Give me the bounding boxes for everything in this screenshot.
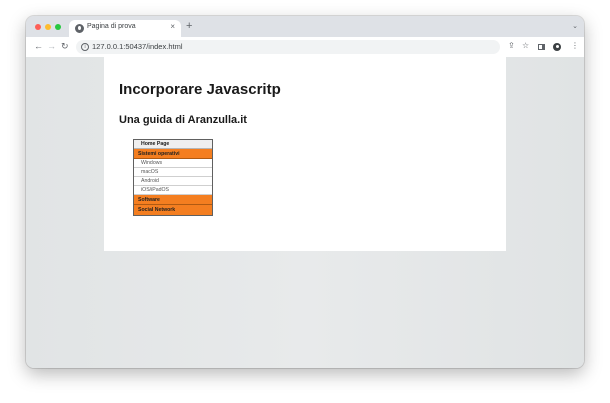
- address-bar[interactable]: i 127.0.0.1:50437/index.html: [76, 40, 500, 54]
- window-minimize-button[interactable]: [45, 24, 51, 30]
- browser-menu-icon[interactable]: ⋮: [571, 40, 579, 52]
- profile-avatar-icon[interactable]: [553, 43, 561, 51]
- side-panel-icon[interactable]: [538, 44, 545, 50]
- menu-item-sistemi-operativi[interactable]: Sistemi operativi: [134, 149, 212, 159]
- browser-toolbar: ← → ↻ i 127.0.0.1:50437/index.html ⇪ ☆ ⋮: [26, 37, 584, 58]
- share-icon[interactable]: ⇪: [508, 40, 515, 52]
- bookmark-star-icon[interactable]: ☆: [522, 40, 529, 52]
- menu-item-social-network[interactable]: Social Network: [134, 205, 212, 215]
- page-title: Incorporare Javascritp: [119, 81, 281, 98]
- submenu-item-macos[interactable]: macOS: [134, 168, 212, 177]
- url-text[interactable]: 127.0.0.1:50437/index.html: [92, 42, 182, 51]
- tab-close-icon[interactable]: ×: [170, 22, 175, 32]
- window-maximize-button[interactable]: [55, 24, 61, 30]
- page-viewport: Incorporare Javascritp Una guida di Aran…: [26, 57, 584, 368]
- new-tab-button[interactable]: +: [186, 21, 192, 32]
- window-close-button[interactable]: [35, 24, 41, 30]
- tab-search-chevron-icon[interactable]: ⌄: [572, 22, 578, 30]
- page-subtitle: Una guida di Aranzulla.it: [119, 114, 247, 126]
- reload-icon[interactable]: ↻: [61, 40, 69, 52]
- page-content: Incorporare Javascritp Una guida di Aran…: [104, 57, 506, 251]
- forward-arrow-icon[interactable]: →: [47, 40, 56, 52]
- nav-menu: Home Page Sistemi operativi Windows macO…: [133, 139, 213, 216]
- submenu-item-ios-ipados[interactable]: iOS/iPadOS: [134, 186, 212, 195]
- tab-bar: Pagina di prova × + ⌄: [26, 16, 584, 37]
- menu-item-software[interactable]: Software: [134, 195, 212, 205]
- tab-title: Pagina di prova: [87, 23, 136, 30]
- back-arrow-icon[interactable]: ←: [34, 40, 43, 52]
- menu-item-home-page[interactable]: Home Page: [134, 140, 212, 149]
- browser-window: Pagina di prova × + ⌄ ← → ↻ i 127.0.0.1:…: [26, 16, 584, 368]
- globe-icon: [75, 24, 84, 33]
- site-info-icon[interactable]: i: [81, 43, 89, 51]
- tab-pagina-di-prova[interactable]: Pagina di prova ×: [69, 20, 181, 37]
- submenu-item-windows[interactable]: Windows: [134, 159, 212, 168]
- submenu-item-android[interactable]: Android: [134, 177, 212, 186]
